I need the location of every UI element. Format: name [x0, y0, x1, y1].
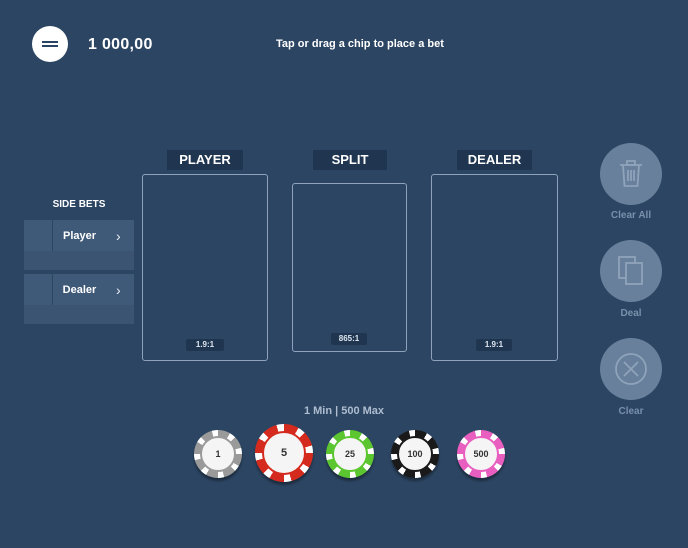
cards-icon [618, 256, 643, 285]
chip-25[interactable]: 25 [326, 430, 374, 478]
clear-button[interactable] [600, 338, 662, 400]
chip-100[interactable]: 100 [391, 430, 439, 478]
trash-icon [620, 160, 642, 187]
hamburger-icon [42, 39, 58, 49]
side-bet-player-label: Player [62, 229, 97, 242]
side-bet-dealer-slot [24, 305, 134, 324]
player-label: PLAYER [167, 150, 243, 170]
split-odds: 865:1 [331, 333, 367, 345]
chip-25-value: 25 [332, 436, 368, 472]
side-bets-title: SIDE BETS [52, 199, 106, 210]
dealer-label: DEALER [457, 150, 532, 170]
chip-500-value: 500 [463, 436, 499, 472]
bet-hint: Tap or drag a chip to place a bet [276, 38, 444, 50]
split-label: SPLIT [313, 150, 387, 170]
chip-1[interactable]: 1 [194, 430, 242, 478]
chip-5-value: 5 [262, 431, 306, 475]
chevron-right-icon: › [116, 227, 121, 244]
bet-limits: 1 Min | 500 Max [303, 405, 385, 417]
balance-amount: 1 000,00 [88, 36, 153, 53]
player-bet-area[interactable] [142, 174, 268, 361]
chip-100-value: 100 [397, 436, 433, 472]
side-bet-player[interactable]: Player › [24, 220, 134, 251]
dealer-bet-area[interactable] [431, 174, 558, 361]
side-bet-dealer-label: Dealer [62, 283, 97, 296]
split-bet-area[interactable] [292, 183, 407, 352]
clear-all-label: Clear All [610, 210, 652, 221]
deal-label: Deal [620, 308, 642, 319]
clear-all-button[interactable] [600, 143, 662, 205]
menu-button[interactable] [32, 26, 68, 62]
close-circle-icon [615, 353, 647, 385]
side-bet-player-slot [24, 251, 134, 270]
side-bet-dealer[interactable]: Dealer › [24, 274, 134, 305]
chevron-right-icon: › [116, 281, 121, 298]
player-odds: 1.9:1 [186, 339, 224, 351]
chip-500[interactable]: 500 [457, 430, 505, 478]
chip-1-value: 1 [200, 436, 236, 472]
dealer-odds: 1.9:1 [476, 339, 512, 351]
chip-5[interactable]: 5 [255, 424, 313, 482]
deal-button[interactable] [600, 240, 662, 302]
